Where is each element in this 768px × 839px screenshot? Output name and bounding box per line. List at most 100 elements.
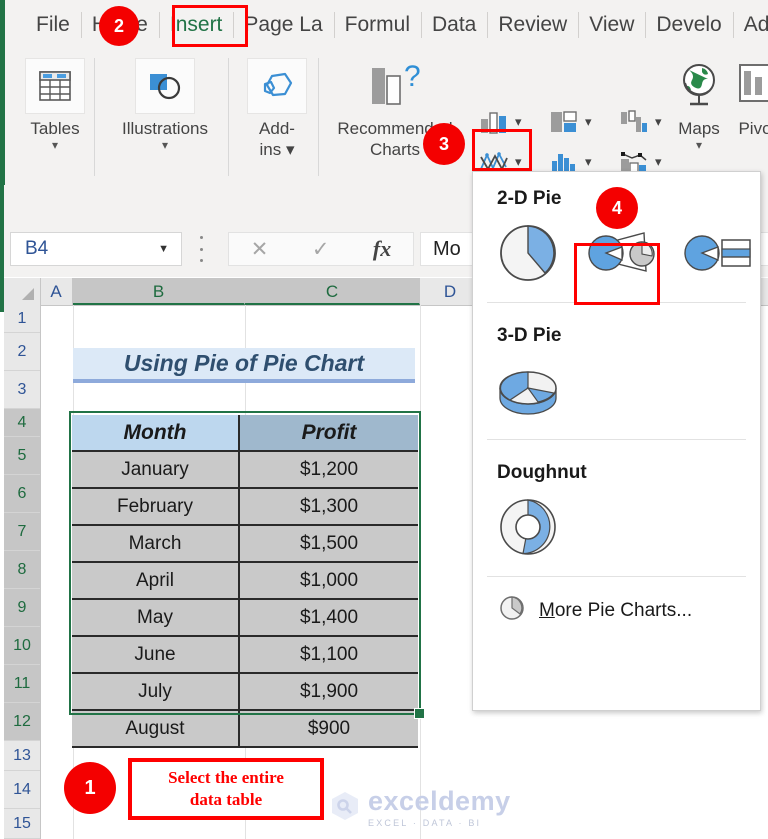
name-box[interactable]: B4 ▼ xyxy=(10,232,182,266)
column-header-b[interactable]: B xyxy=(73,278,245,305)
enter-icon[interactable]: ✓ xyxy=(312,237,330,262)
more-mnemonic: M xyxy=(539,599,555,621)
cancel-icon[interactable]: ✕ xyxy=(251,237,269,262)
instruction-line-2: data table xyxy=(189,790,263,809)
cell-profit[interactable]: $1,500 xyxy=(240,526,418,563)
table-icon[interactable] xyxy=(25,58,85,114)
table-header-month: Month xyxy=(72,415,240,452)
addins-icon[interactable] xyxy=(247,58,307,114)
table-row[interactable]: June $1,100 xyxy=(72,637,418,674)
cell-profit[interactable]: $1,900 xyxy=(240,674,418,711)
waterfall-chart-icon[interactable]: ▾ xyxy=(615,106,662,138)
cell-profit[interactable]: $1,200 xyxy=(240,452,418,489)
select-all-corner[interactable] xyxy=(4,278,41,305)
tab-add-i[interactable]: Add-i xyxy=(732,8,768,42)
table-row[interactable]: January $1,200 xyxy=(72,452,418,489)
table-row[interactable]: March $1,500 xyxy=(72,526,418,563)
illustrations-icon[interactable] xyxy=(135,58,195,114)
pie-small-icon xyxy=(499,595,525,626)
cell-profit[interactable]: $900 xyxy=(240,711,418,748)
exceldemy-logo-icon xyxy=(330,790,360,827)
more-rest: ore Pie Charts... xyxy=(554,599,693,621)
ribbon-group-maps[interactable]: Maps ▾ xyxy=(667,50,731,185)
ribbon-group-pivotchart[interactable]: Pivo xyxy=(733,50,768,185)
table-row[interactable]: August $900 xyxy=(72,711,418,748)
formula-bar-kebab-icon[interactable] xyxy=(197,236,205,262)
ribbon-group-label: Illustrations xyxy=(122,119,208,138)
chevron-down-icon[interactable]: ▼ xyxy=(158,243,181,255)
recommended-charts-icon[interactable]: ? xyxy=(358,56,432,114)
cell-month[interactable]: June xyxy=(72,637,240,674)
tab-formul[interactable]: Formul xyxy=(333,8,421,42)
ribbon-group-label: Tables xyxy=(30,119,80,138)
bar-of-pie-chart-option[interactable] xyxy=(681,220,757,286)
cell-profit[interactable]: $1,100 xyxy=(240,637,418,674)
table-row[interactable]: May $1,400 xyxy=(72,600,418,637)
ribbon-body: Tables ▾ Illustrations ▾ Add- ins ▾ ? Re… xyxy=(5,50,768,217)
tab-file[interactable]: File xyxy=(25,8,81,42)
selection-fill-handle[interactable] xyxy=(414,708,425,719)
tab-develo[interactable]: Develo xyxy=(645,8,732,42)
column-header-c[interactable]: C xyxy=(245,278,420,305)
row-header-4[interactable]: 4 xyxy=(4,409,40,437)
ribbon-group-addins[interactable]: Add- ins ▾ xyxy=(235,50,319,185)
maps-globe-icon[interactable] xyxy=(671,56,727,114)
watermark-tagline: EXCEL · DATA · BI xyxy=(368,818,482,828)
row-header-1[interactable]: 1 xyxy=(4,305,40,333)
cell-month[interactable]: March xyxy=(72,526,240,563)
row-header-10[interactable]: 10 xyxy=(4,627,40,665)
ribbon-group-illustrations[interactable]: Illustrations ▾ xyxy=(101,50,229,185)
column-header-a[interactable]: A xyxy=(40,278,73,305)
cell-month[interactable]: July xyxy=(72,674,240,711)
gallery-row-3d-pie xyxy=(473,347,760,433)
cell-month[interactable]: April xyxy=(72,563,240,600)
ribbon-group-tables[interactable]: Tables ▾ xyxy=(15,50,95,185)
cell-month[interactable]: January xyxy=(72,452,240,489)
callout-badge-3: 3 xyxy=(423,123,465,165)
row-header-3[interactable]: 3 xyxy=(4,371,40,409)
tab-review[interactable]: Review xyxy=(487,8,578,42)
gallery-divider xyxy=(487,439,746,440)
gallery-row-doughnut xyxy=(473,484,760,570)
pie-3d-chart-option[interactable] xyxy=(495,357,561,423)
row-header-5[interactable]: 5 xyxy=(4,437,40,475)
instruction-line-1: Select the entire xyxy=(168,768,284,787)
tab-data[interactable]: Data xyxy=(421,8,487,42)
table-body: January $1,200 February $1,300 March $1,500 Ap… xyxy=(72,452,418,748)
gallery-section-heading: 3-D Pie xyxy=(497,325,562,346)
select-all-triangle-icon xyxy=(22,288,34,300)
pie-chart-option[interactable] xyxy=(495,220,561,286)
row-header-13[interactable]: 13 xyxy=(4,741,40,771)
cell-profit[interactable]: $1,300 xyxy=(240,489,418,526)
table-row[interactable]: July $1,900 xyxy=(72,674,418,711)
row-header-11[interactable]: 11 xyxy=(4,665,40,703)
row-header-12[interactable]: 12 xyxy=(4,703,40,741)
row-header-9[interactable]: 9 xyxy=(4,589,40,627)
column-header-d[interactable]: D xyxy=(420,278,480,305)
pivot-chart-icon[interactable] xyxy=(733,56,768,114)
table-header-row: Month Profit xyxy=(72,415,418,452)
row-header-7[interactable]: 7 xyxy=(4,513,40,551)
table-row[interactable]: February $1,300 xyxy=(72,489,418,526)
insert-function-icon[interactable]: fx xyxy=(373,236,391,262)
row-header-14[interactable]: 14 xyxy=(4,771,40,809)
more-pie-charts-item[interactable]: More Pie Charts... xyxy=(473,583,760,626)
hierarchy-chart-icon[interactable]: ▾ xyxy=(545,106,592,138)
cell-profit[interactable]: $1,400 xyxy=(240,600,418,637)
chevron-down-icon[interactable]: ▾ xyxy=(696,139,702,151)
row-header-8[interactable]: 8 xyxy=(4,551,40,589)
row-header-6[interactable]: 6 xyxy=(4,475,40,513)
sheet-title-cell[interactable]: Using Pie of Pie Chart xyxy=(73,348,415,383)
row-header-2[interactable]: 2 xyxy=(4,333,40,371)
table-row[interactable]: April $1,000 xyxy=(72,563,418,600)
cell-month[interactable]: May xyxy=(72,600,240,637)
row-header-15[interactable]: 15 xyxy=(4,809,40,839)
chevron-down-icon[interactable]: ▾ xyxy=(162,139,168,151)
cell-profit[interactable]: $1,000 xyxy=(240,563,418,600)
tab-page-la[interactable]: Page La xyxy=(233,8,333,42)
doughnut-chart-option[interactable] xyxy=(495,494,561,560)
chevron-down-icon[interactable]: ▾ xyxy=(52,139,58,151)
tab-view[interactable]: View xyxy=(578,8,645,42)
cell-month[interactable]: August xyxy=(72,711,240,748)
cell-month[interactable]: February xyxy=(72,489,240,526)
